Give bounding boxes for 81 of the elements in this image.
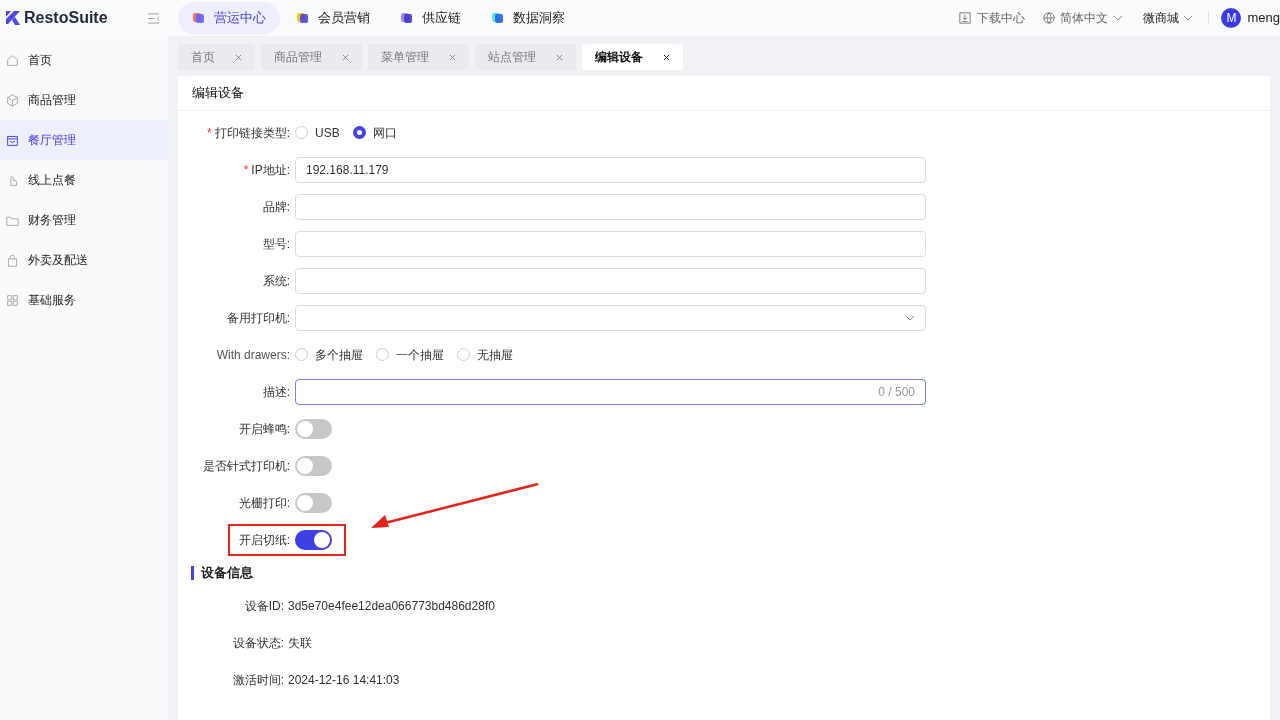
page-tab[interactable]: 编辑设备 (582, 44, 683, 70)
field-label: 开启蜂鸣: (238, 420, 290, 438)
download-icon (959, 12, 972, 24)
field-label: 备用打印机: (226, 309, 290, 327)
required-asterisk: * (207, 124, 212, 142)
toggle-switch[interactable] (295, 418, 332, 439)
radio-button[interactable] (295, 348, 308, 361)
section-title: 设备信息 (201, 563, 253, 582)
field-label: 描述: (262, 383, 290, 401)
radio-option[interactable]: 网口 (352, 123, 397, 142)
text-field[interactable] (295, 193, 926, 220)
radio-button[interactable] (376, 348, 389, 361)
chevron-down-icon (1183, 15, 1194, 21)
field-label: 系统: (262, 272, 290, 290)
page-tab[interactable]: 站点管理 (475, 44, 576, 70)
required-asterisk: * (243, 161, 249, 179)
store-selector[interactable]: 微商城 (1143, 9, 1194, 27)
chevron-down-icon (1113, 15, 1124, 21)
download-center-button[interactable]: 下载中心 (959, 9, 1026, 27)
field-label: IP地址: (251, 161, 290, 179)
toggle-switch[interactable] (295, 455, 332, 476)
info-label: 设备状态: (231, 634, 284, 652)
app-logo-icon (296, 11, 310, 25)
logo-icon (5, 10, 21, 26)
info-value: 失联 (288, 634, 312, 652)
sidebar-item[interactable]: 商品管理 (0, 80, 168, 120)
menu-collapse-icon[interactable] (146, 12, 160, 24)
info-value: 3d5e70e4fee12dea066773bd486d28f0 (288, 597, 495, 615)
storefront-icon (6, 133, 19, 147)
home-icon (6, 53, 19, 67)
toggle-switch[interactable] (295, 529, 332, 550)
cube-icon (6, 93, 19, 107)
sidebar-item[interactable]: 财务管理 (0, 200, 168, 240)
sidebar-item[interactable]: 外卖及配送 (0, 240, 168, 280)
app-logo-icon (192, 11, 206, 25)
radio-option[interactable]: USB (295, 123, 340, 142)
sidebar-item[interactable]: 首页 (0, 40, 168, 80)
module-tab[interactable]: 会员营销 (282, 2, 384, 34)
select-field[interactable] (295, 304, 926, 331)
field-label: 光栅打印: (238, 494, 290, 512)
page-tab[interactable]: 首页 (178, 44, 255, 70)
radio-button[interactable] (295, 126, 308, 139)
toggle-switch[interactable] (295, 492, 332, 513)
sidebar-item[interactable]: 线上点餐 (0, 160, 168, 200)
user-name[interactable]: meng (1247, 8, 1280, 28)
globe-icon (1043, 12, 1056, 24)
radio-button[interactable] (352, 126, 366, 139)
module-tab[interactable]: 营运中心 (178, 2, 280, 34)
close-icon[interactable] (663, 53, 670, 61)
field-label: 打印链接类型: (214, 124, 290, 142)
character-counter: 0 / 500 (878, 383, 915, 401)
radio-option[interactable]: 无抽屉 (457, 345, 513, 364)
info-value: 2024-12-16 14:41:03 (288, 671, 400, 689)
field-label: With drawers: (216, 346, 290, 364)
field-label: 型号: (262, 235, 290, 253)
brand-name: RestoSuite (24, 8, 108, 28)
page-title: 编辑设备 (192, 84, 244, 103)
module-tab[interactable]: 供应链 (386, 2, 475, 34)
app-logo-icon (400, 11, 414, 25)
user-avatar[interactable]: M (1221, 8, 1242, 28)
info-label: 设备ID: (243, 597, 284, 615)
page-tab[interactable]: 菜单管理 (368, 44, 469, 70)
radio-option[interactable]: 一个抽屉 (376, 345, 444, 364)
text-field[interactable] (295, 267, 926, 294)
chevron-down-icon (905, 314, 915, 321)
page-tab[interactable]: 商品管理 (261, 44, 362, 70)
module-tab[interactable]: 数据洞察 (477, 2, 579, 34)
app-logo-icon (491, 11, 505, 25)
radio-option[interactable]: 多个抽屉 (295, 345, 363, 364)
field-label: 品牌: (262, 198, 290, 216)
language-selector[interactable]: 简体中文 (1043, 9, 1124, 27)
field-label: 开启切纸: (238, 531, 290, 549)
text-field[interactable]: 192.168.11.179 (295, 156, 926, 183)
info-label: 激活时间: (231, 671, 284, 689)
text-field[interactable] (295, 230, 926, 257)
sidebar-item[interactable]: 基础服务 (0, 280, 168, 320)
grid-icon (6, 293, 19, 307)
field-label: 是否针式打印机: (202, 457, 290, 475)
radio-button[interactable] (457, 348, 470, 361)
bag-icon (6, 253, 19, 267)
sidebar-item[interactable]: 餐厅管理 (0, 120, 168, 160)
